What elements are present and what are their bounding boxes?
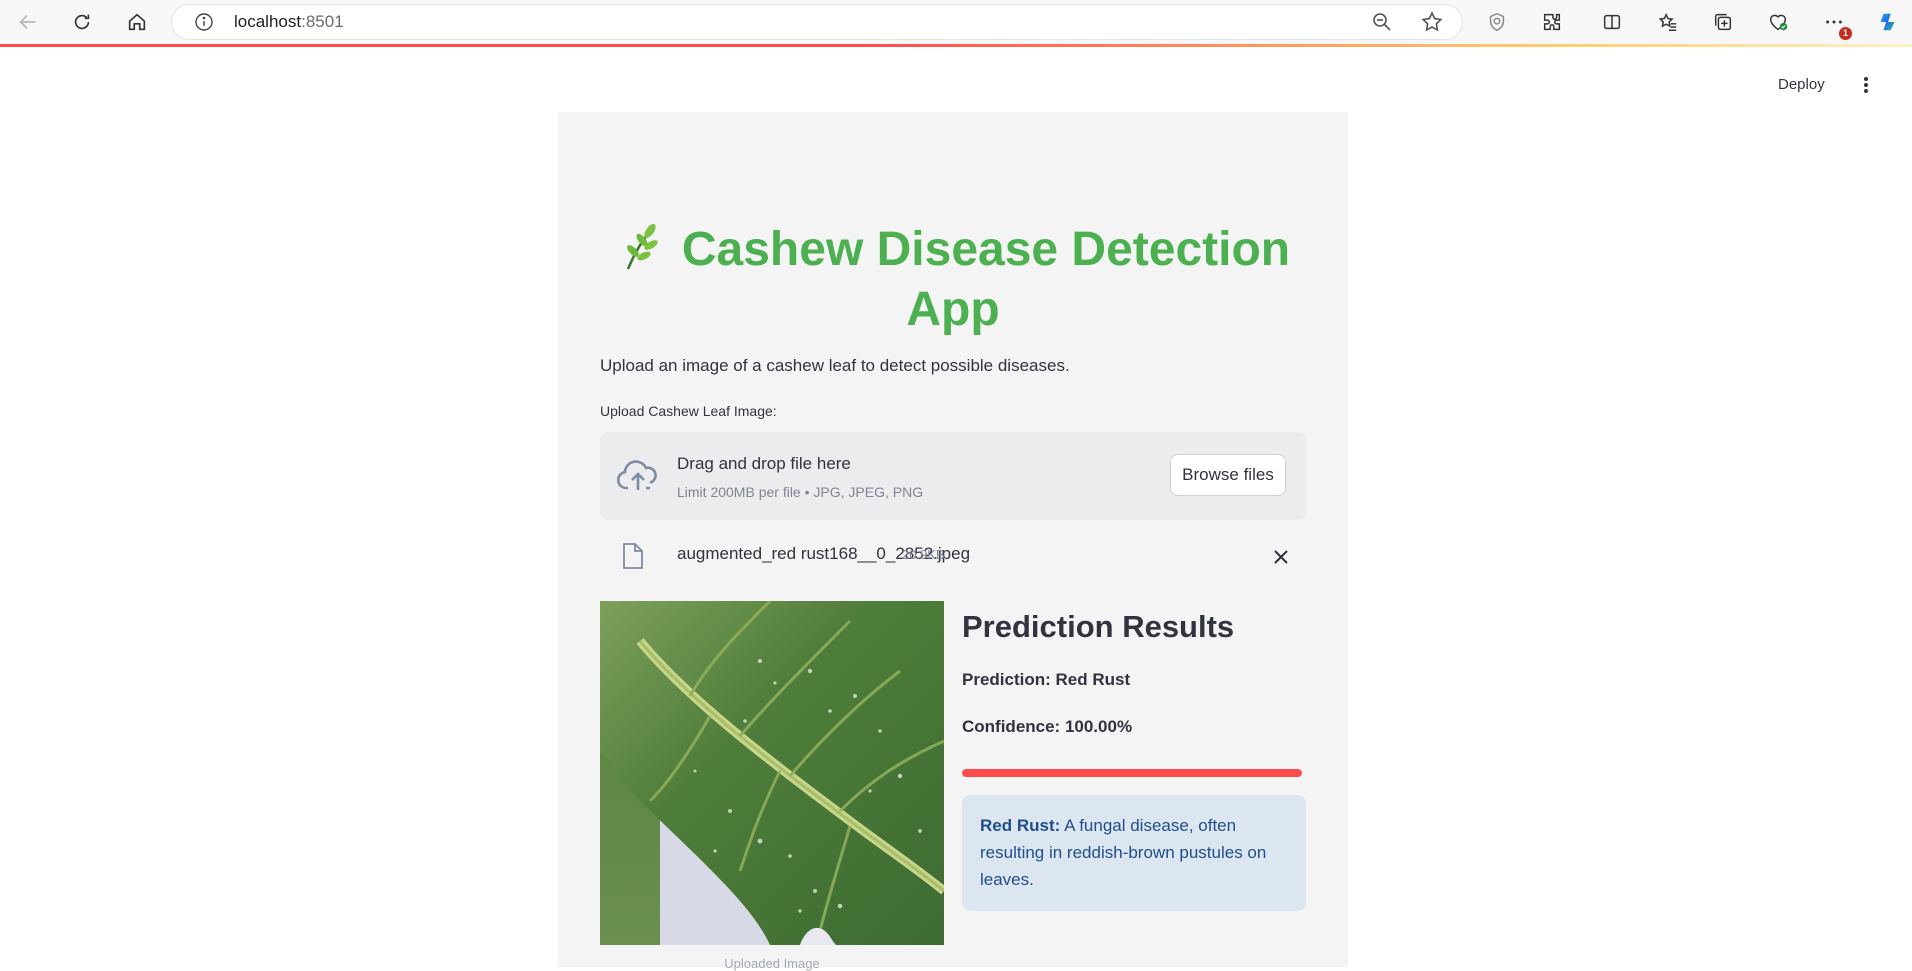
- leaf-emoji-icon: [626, 224, 658, 270]
- results-heading: Prediction Results: [962, 609, 1235, 644]
- close-icon[interactable]: [1270, 546, 1292, 568]
- page-description: Upload an image of a cashew leaf to dete…: [600, 356, 1070, 375]
- confidence-text: Confidence: 100.00%: [962, 717, 1133, 736]
- page-loading-bar: [0, 44, 1912, 47]
- notification-badge: 1: [1839, 27, 1852, 40]
- refresh-icon[interactable]: [68, 8, 96, 36]
- extensions-icon[interactable]: [1538, 8, 1566, 36]
- favorites-icon[interactable]: [1654, 8, 1682, 36]
- address-bar[interactable]: localhost:8501: [172, 5, 1462, 39]
- image-caption: Uploaded Image: [724, 956, 820, 971]
- dropzone-title: Drag and drop file here: [677, 454, 851, 473]
- kebab-menu-icon[interactable]: [1854, 72, 1878, 98]
- collections-icon[interactable]: [1709, 8, 1737, 36]
- title-text: Cashew Disease Detection App: [681, 223, 1291, 336]
- file-icon: [623, 543, 643, 569]
- info-icon[interactable]: [194, 12, 214, 32]
- info-disease-label: Red Rust:: [980, 816, 1061, 835]
- file-dropzone[interactable]: Drag and drop file here Limit 200MB per …: [600, 432, 1306, 520]
- dropzone-limit: Limit 200MB per file • JPG, JPEG, PNG: [677, 484, 924, 500]
- browser-toolbar: localhost:8501 1: [0, 0, 1912, 44]
- more-icon[interactable]: 1: [1820, 8, 1852, 40]
- shield-icon[interactable]: [1483, 8, 1511, 36]
- split-screen-icon[interactable]: [1598, 8, 1626, 36]
- zoom-out-icon[interactable]: [1370, 10, 1394, 34]
- home-icon[interactable]: [123, 8, 151, 36]
- confidence-progress-fill: [962, 769, 1302, 777]
- uploaded-leaf-image: [600, 601, 944, 945]
- back-icon[interactable]: [14, 8, 42, 36]
- uploaded-file-row: augmented_red rust168__0_2852.jpeg 20.9K…: [600, 532, 1306, 582]
- disease-info-box: Red Rust: A fungal disease, often result…: [962, 795, 1306, 911]
- confidence-progress-bar: [962, 769, 1302, 777]
- url-text: localhost:8501: [234, 12, 344, 31]
- main-container: Cashew Disease Detection App Upload an i…: [558, 112, 1348, 971]
- browser-essentials-icon[interactable]: [1764, 8, 1792, 36]
- deploy-button[interactable]: Deploy: [1770, 72, 1833, 97]
- browse-files-button[interactable]: Browse files: [1170, 454, 1286, 496]
- copilot-icon[interactable]: [1874, 8, 1902, 36]
- page-title: Cashew Disease Detection App: [598, 220, 1308, 340]
- uploaded-file-size: 20.9KB: [902, 547, 945, 562]
- star-icon[interactable]: [1420, 10, 1444, 34]
- uploader-label: Upload Cashew Leaf Image:: [600, 403, 777, 419]
- prediction-text: Prediction: Red Rust: [962, 670, 1131, 689]
- cloud-upload-icon: [616, 460, 657, 490]
